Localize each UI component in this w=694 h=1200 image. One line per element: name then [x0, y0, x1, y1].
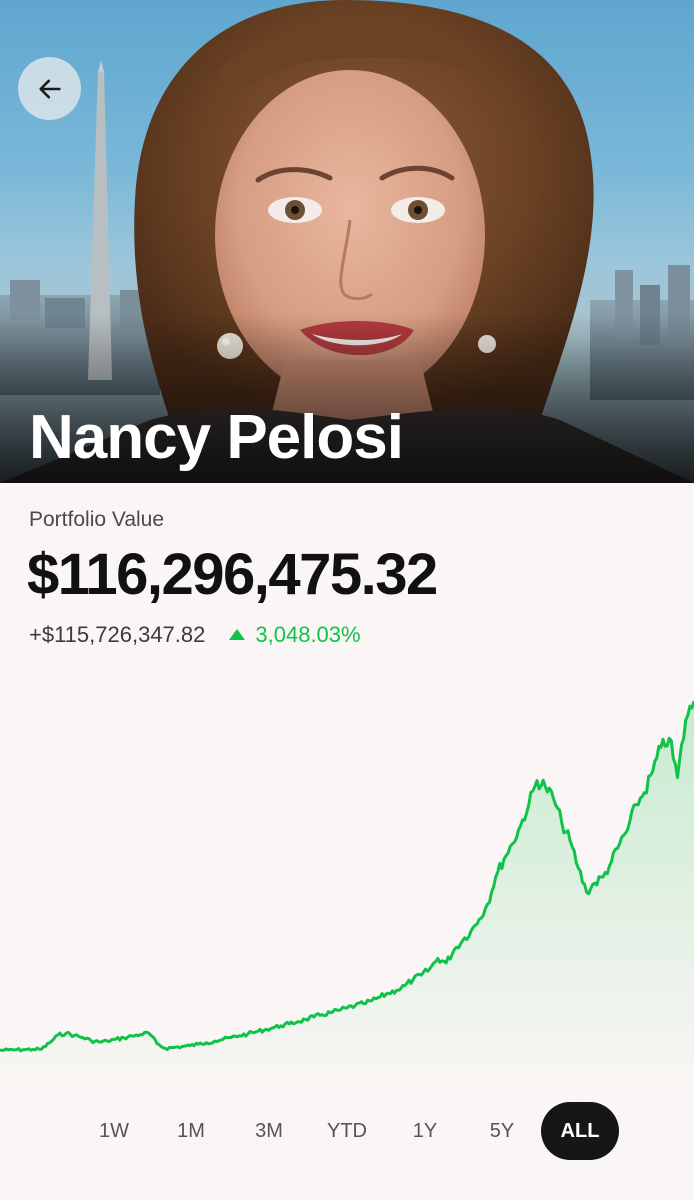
change-percent: 3,048.03%	[255, 622, 361, 647]
change-percent-wrap: 3,048.03%	[229, 622, 361, 648]
back-button[interactable]	[18, 57, 81, 120]
portfolio-value: $116,296,475.32	[27, 542, 438, 607]
triangle-up-icon	[229, 628, 246, 640]
profile-name: Nancy Pelosi	[29, 403, 404, 472]
range-tab-1m[interactable]: 1M	[152, 1102, 230, 1160]
chart-area-fill	[0, 701, 694, 1090]
change-amount: +$115,726,347.82	[29, 622, 206, 647]
arrow-left-icon	[38, 79, 61, 98]
range-tab-1w[interactable]: 1W	[75, 1102, 153, 1160]
range-tab-5y[interactable]: 5Y	[463, 1102, 541, 1160]
range-tab-all[interactable]: ALL	[541, 1102, 619, 1160]
range-tab-3m[interactable]: 3M	[230, 1102, 308, 1160]
app-root: Nancy Pelosi Portfolio Value $116,296,47…	[0, 0, 694, 1200]
range-tab-1y[interactable]: 1Y	[386, 1102, 464, 1160]
range-tab-ytd[interactable]: YTD	[308, 1102, 386, 1160]
portfolio-change-row: +$115,726,347.82 3,048.03%	[29, 620, 361, 650]
profile-hero: Nancy Pelosi	[0, 0, 694, 483]
time-range-tabs: 1W 1M 3M YTD 1Y 5Y ALL	[0, 1102, 694, 1162]
portfolio-value-label: Portfolio Value	[29, 508, 165, 531]
portfolio-chart[interactable]	[0, 660, 694, 1090]
